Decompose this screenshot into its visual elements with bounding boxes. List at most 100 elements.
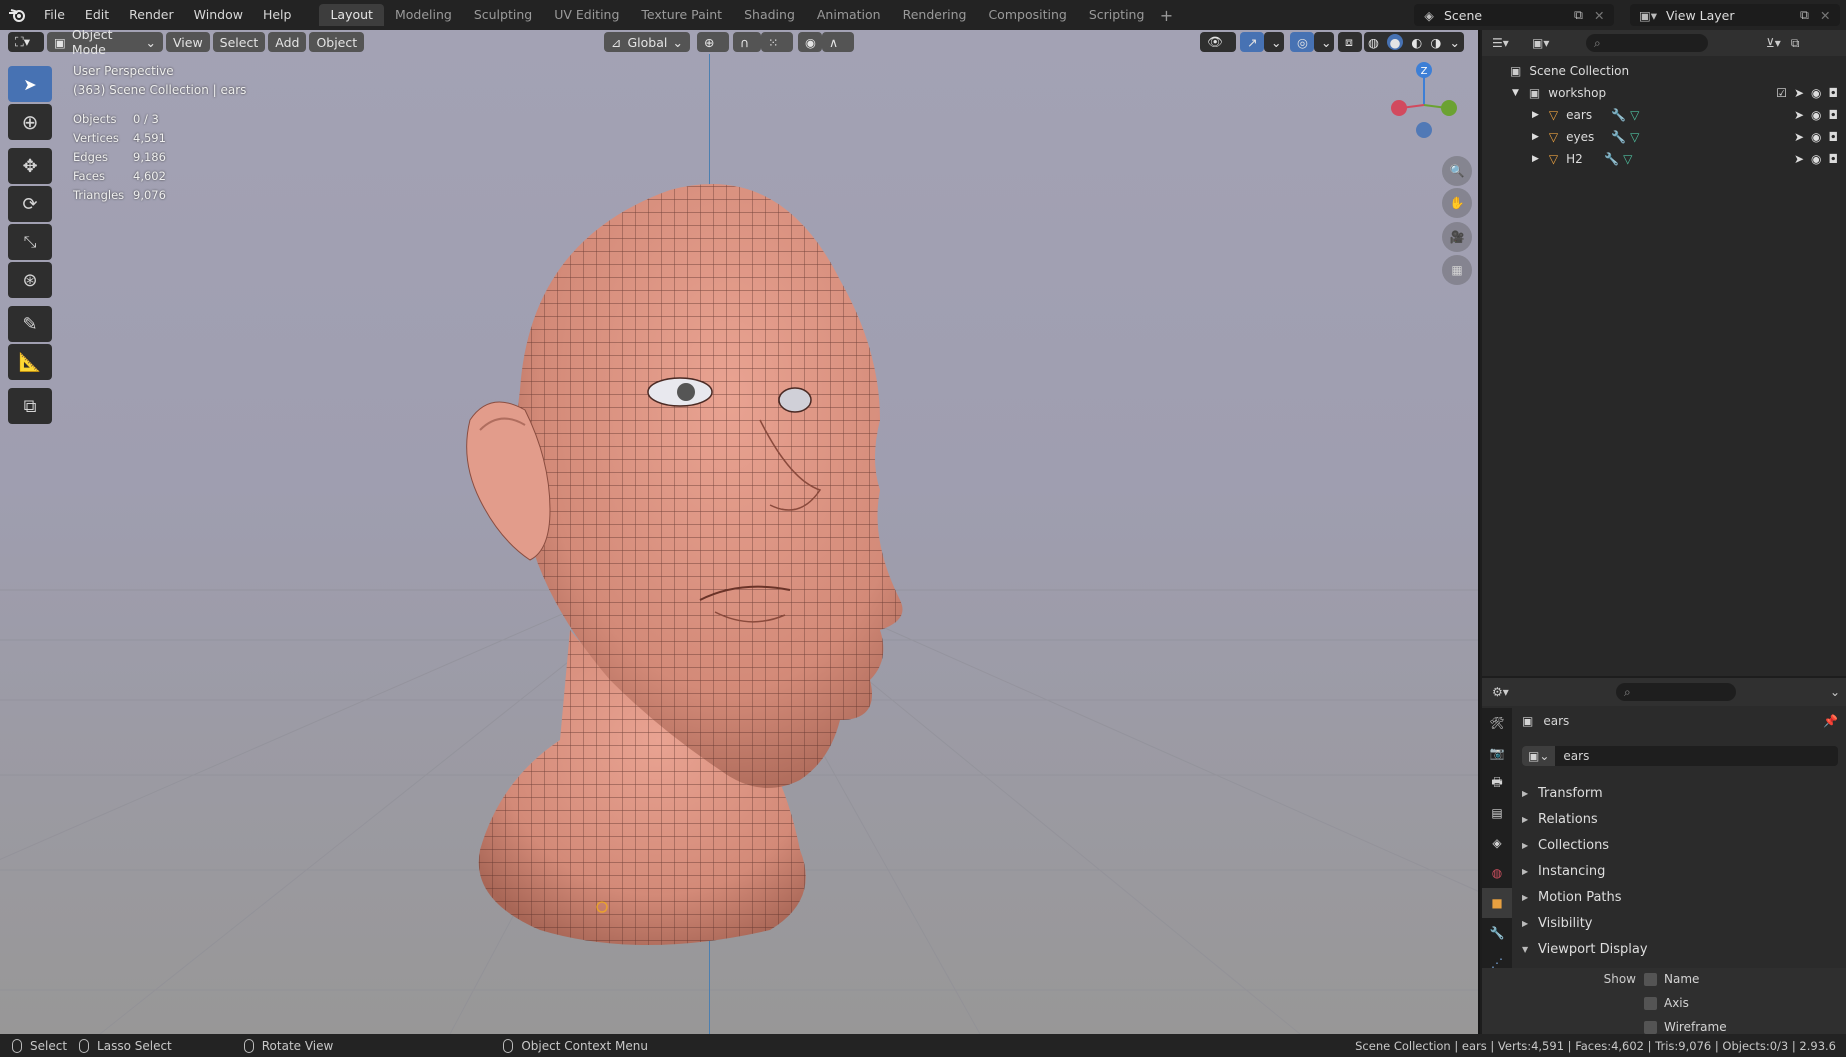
mesh-data-icon[interactable]: ▽ (1630, 130, 1639, 144)
solid-shading-icon[interactable]: ● (1387, 34, 1404, 50)
tab-layout[interactable]: Layout (319, 4, 384, 26)
tab-scripting[interactable]: Scripting (1078, 4, 1156, 26)
head-mesh[interactable] (440, 160, 1000, 960)
scene-selector[interactable]: ◈ Scene ⧉ ✕ (1414, 4, 1614, 26)
outliner-object-h2[interactable]: ▶ ▽ H2 🔧 ▽ ➤ ◉ ◘ (1482, 148, 1846, 170)
camera-render-icon[interactable]: ◘ (1829, 130, 1839, 144)
mesh-data-icon[interactable]: ▽ (1630, 108, 1639, 122)
3d-viewport[interactable]: ⛶▾ ▣ Object Mode ⌄ View Select Add Objec… (0, 30, 1480, 1034)
tab-uv-editing[interactable]: UV Editing (543, 4, 630, 26)
checkbox[interactable] (1644, 972, 1657, 986)
wireframe-shading-icon[interactable]: ◍ (1368, 35, 1379, 50)
mesh-data-icon[interactable]: ▽ (1623, 152, 1632, 166)
tab-shading[interactable]: Shading (733, 4, 806, 26)
annotate-tool[interactable]: ✎ (8, 306, 52, 342)
transform-orientation-selector[interactable]: ⊿ Global ⌄ (604, 32, 690, 52)
object-menu-button[interactable]: Object (309, 32, 365, 52)
add-workspace-button[interactable]: + (1155, 6, 1177, 25)
rendered-shading-icon[interactable]: ◑ (1430, 35, 1441, 50)
tab-view-layer[interactable]: ▤ (1482, 798, 1512, 828)
expand-arrow-icon[interactable]: ▶ (1532, 110, 1539, 120)
cursor-tool[interactable]: ⊕ (8, 104, 52, 140)
eye-icon[interactable]: ◉ (1811, 130, 1821, 144)
panel-visibility[interactable]: ▶ Visibility (1522, 912, 1592, 934)
eye-icon[interactable]: ◉ (1811, 152, 1821, 166)
mode-selector[interactable]: ▣ Object Mode ⌄ (47, 30, 163, 57)
overlay-menu[interactable]: ⌄ (1314, 32, 1334, 52)
proportional-edit-toggle[interactable]: ◉ (798, 32, 822, 52)
tab-rendering[interactable]: Rendering (892, 4, 978, 26)
tab-tool[interactable]: 🛠 (1482, 708, 1512, 738)
pivot-point-button[interactable]: ⊕ (697, 32, 729, 52)
checkbox[interactable] (1644, 996, 1657, 1010)
navigation-gizmo[interactable]: Z (1384, 60, 1464, 140)
menu-render[interactable]: Render (119, 0, 184, 30)
blender-logo-icon[interactable] (0, 0, 34, 30)
move-tool[interactable]: ✥ (8, 148, 52, 184)
zoom-button[interactable]: 🔍 (1442, 156, 1472, 186)
select-arrow-icon[interactable]: ➤ (1794, 152, 1804, 166)
tab-sculpting[interactable]: Sculpting (463, 4, 543, 26)
object-type-icon[interactable]: ▣⌄ (1522, 746, 1556, 766)
pin-icon[interactable]: 📌 (1823, 714, 1838, 728)
tab-scene[interactable]: ◈ (1482, 828, 1512, 858)
view-layer-selector[interactable]: ▣▾ View Layer ⧉ ✕ (1630, 4, 1840, 26)
menu-window[interactable]: Window (184, 0, 253, 30)
add-menu-button[interactable]: Add (268, 32, 307, 52)
tab-output[interactable]: 🖶 (1482, 768, 1512, 798)
visibility-button[interactable]: 👁 (1200, 32, 1236, 52)
expand-arrow-icon[interactable]: ▼ (1512, 88, 1519, 98)
camera-render-icon[interactable]: ◘ (1829, 152, 1839, 166)
tab-modifiers[interactable]: 🔧 (1482, 918, 1512, 948)
snap-toggle[interactable]: ∩ (733, 32, 761, 52)
object-datablock-field[interactable]: ▣⌄ ears (1522, 746, 1838, 766)
camera-view-button[interactable]: 🎥 (1442, 222, 1472, 252)
rotate-tool[interactable]: ⟳ (8, 186, 52, 222)
new-scene-icon[interactable]: ⧉ (1574, 7, 1594, 23)
select-box-tool[interactable]: ➤ (8, 66, 52, 102)
menu-file[interactable]: File (34, 0, 75, 30)
add-cube-tool[interactable]: ⧉ (8, 388, 52, 424)
eye-icon[interactable]: ◉ (1811, 108, 1821, 122)
editor-type-button[interactable]: ⛶▾ (8, 32, 44, 52)
outliner-object-ears[interactable]: ▶ ▽ ears 🔧 ▽ ➤ ◉ ◘ (1482, 104, 1846, 126)
outliner-editor-icon[interactable]: ☰▾ (1492, 36, 1526, 50)
modifier-wrench-icon[interactable]: 🔧 (1611, 108, 1626, 122)
gizmo-toggle[interactable]: ↗ (1240, 32, 1264, 52)
checkbox[interactable] (1644, 1020, 1657, 1034)
outliner-object-eyes[interactable]: ▶ ▽ eyes 🔧 ▽ ➤ ◉ ◘ (1482, 126, 1846, 148)
panel-relations[interactable]: ▶ Relations (1522, 808, 1598, 830)
properties-search-input[interactable]: ⌕ (1616, 683, 1736, 701)
outliner-search-input[interactable]: ⌕ (1586, 34, 1708, 52)
modifier-wrench-icon[interactable]: 🔧 (1604, 152, 1619, 166)
outliner-collection-workshop[interactable]: ▼ ▣ workshop ☑ ➤ ◉ ◘ (1482, 82, 1846, 104)
delete-scene-icon[interactable]: ✕ (1594, 8, 1614, 23)
select-arrow-icon[interactable]: ➤ (1794, 108, 1804, 122)
display-mode-icon[interactable]: ▣▾ (1532, 36, 1566, 50)
select-arrow-icon[interactable]: ➤ (1794, 86, 1804, 100)
falloff-button[interactable]: ∧ (822, 32, 854, 52)
new-view-layer-icon[interactable]: ⧉ (1800, 7, 1820, 23)
chevron-down-icon[interactable]: ⌄ (1450, 35, 1460, 50)
panel-viewport-display[interactable]: ▼ Viewport Display (1522, 938, 1648, 960)
measure-tool[interactable]: 📐 (8, 344, 52, 380)
gizmo-menu[interactable]: ⌄ (1264, 32, 1284, 52)
tab-world[interactable]: ◍ (1482, 858, 1512, 888)
menu-help[interactable]: Help (253, 0, 302, 30)
tab-compositing[interactable]: Compositing (977, 4, 1077, 26)
xray-toggle[interactable]: ⧈ (1338, 32, 1362, 52)
show-name-checkbox[interactable]: Name (1644, 972, 1699, 986)
tab-object[interactable]: ■ (1482, 888, 1512, 918)
panel-collections[interactable]: ▶ Collections (1522, 834, 1609, 856)
tab-texture-paint[interactable]: Texture Paint (630, 4, 733, 26)
snap-target-button[interactable]: ⁙ (761, 32, 793, 52)
panel-transform[interactable]: ▶ Transform (1522, 782, 1603, 804)
eye-icon[interactable]: ◉ (1811, 86, 1821, 100)
delete-view-layer-icon[interactable]: ✕ (1820, 8, 1840, 23)
tab-modeling[interactable]: Modeling (384, 4, 463, 26)
expand-arrow-icon[interactable]: ▶ (1532, 154, 1539, 164)
new-collection-icon[interactable]: ⧉ (1791, 36, 1800, 51)
select-menu-button[interactable]: Select (212, 32, 266, 52)
show-wireframe-checkbox[interactable]: Wireframe (1644, 1020, 1727, 1034)
transform-tool[interactable]: ⊛ (8, 262, 52, 298)
